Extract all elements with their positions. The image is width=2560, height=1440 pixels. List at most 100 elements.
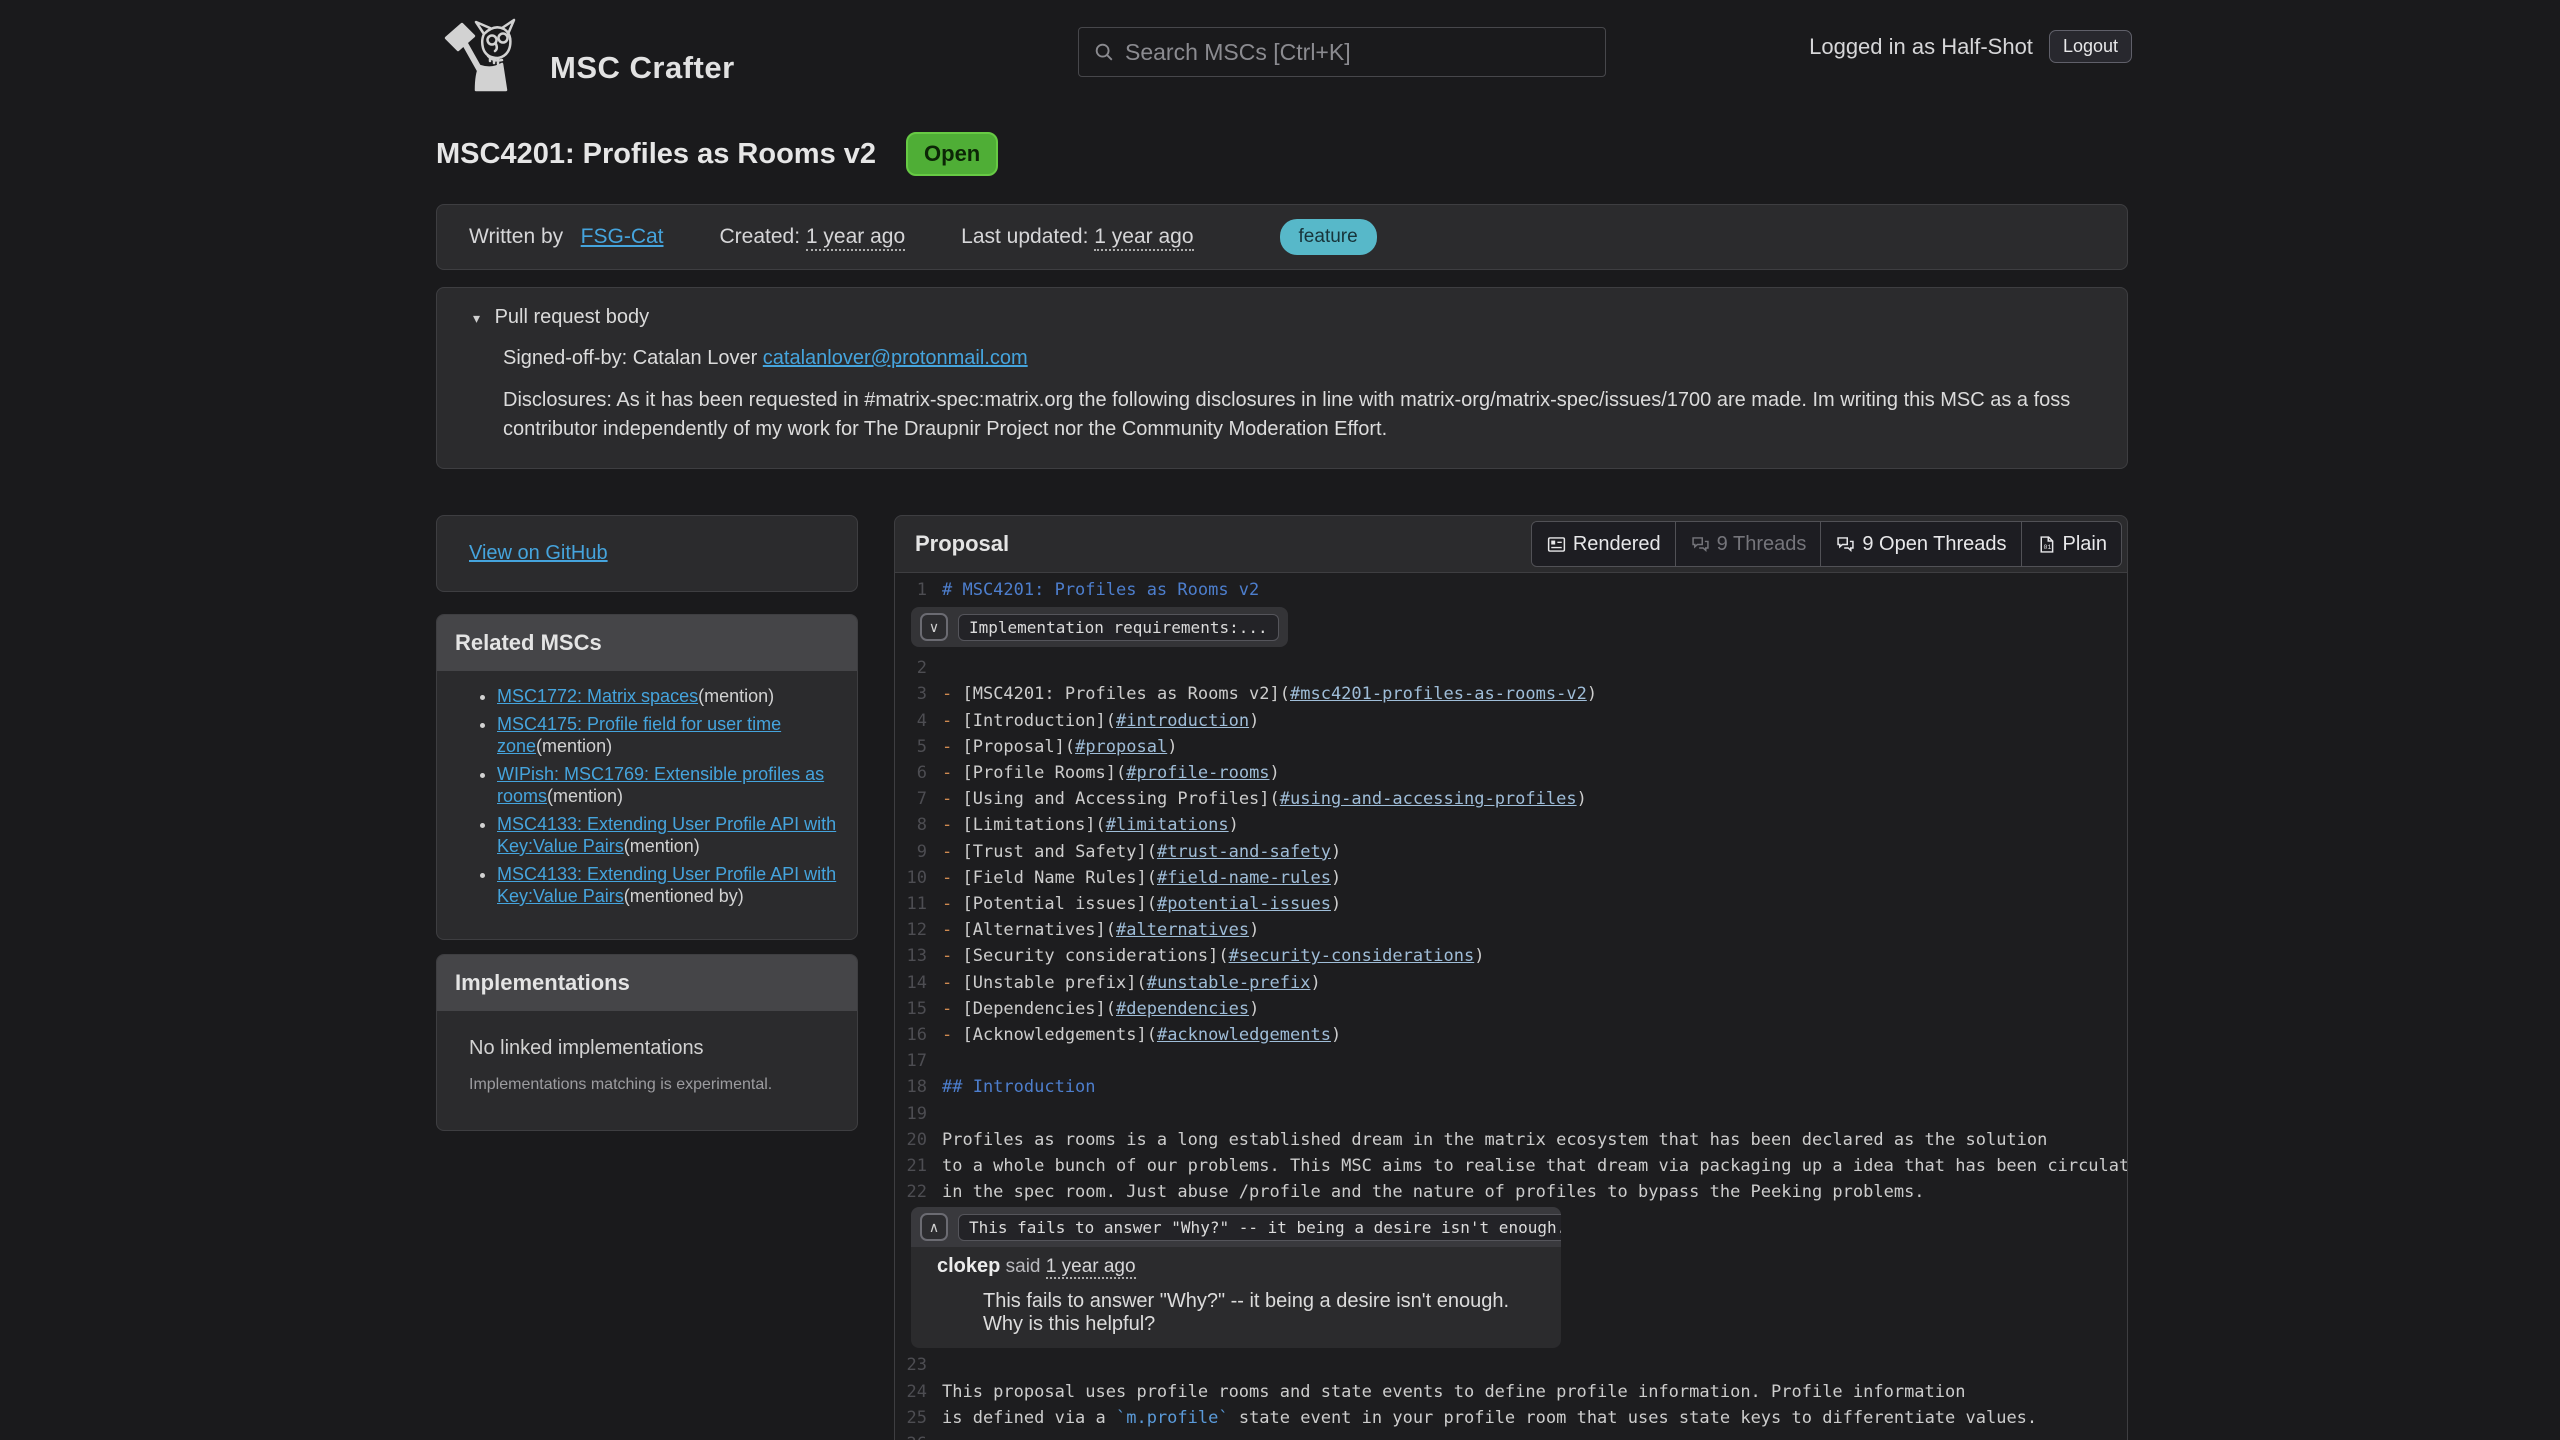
- view-open-threads-button[interactable]: 9 Open Threads: [1821, 522, 2021, 566]
- code-line: 24This proposal uses profile rooms and s…: [895, 1379, 2127, 1405]
- line-number: 10: [899, 865, 927, 891]
- line-number: 4: [899, 708, 927, 734]
- code-line-text: - [Alternatives](#alternatives): [927, 917, 1259, 943]
- open-thread-header: ∧ This fails to answer "Why?" -- it being…: [911, 1207, 1561, 1247]
- anchor-link[interactable]: #unstable-prefix: [1147, 973, 1311, 993]
- code-line-text: - [Potential issues](#potential-issues): [927, 891, 1341, 917]
- thread-preview[interactable]: Implementation requirements:...: [958, 614, 1279, 641]
- anchor-link[interactable]: #trust-and-safety: [1157, 842, 1331, 862]
- code-line: 2: [895, 655, 2127, 681]
- code-line: 25is defined via a `m.profile` state eve…: [895, 1405, 2127, 1431]
- code-line: 17: [895, 1048, 2127, 1074]
- view-plain-button[interactable]: 01Plain: [2022, 522, 2121, 566]
- github-card: View on GitHub: [436, 515, 858, 592]
- anchor-link[interactable]: #field-name-rules: [1157, 868, 1331, 888]
- anchor-link[interactable]: #profile-rooms: [1126, 763, 1269, 783]
- view-button-label: 9 Open Threads: [1862, 533, 2006, 556]
- signed-off-line: Signed-off-by: Catalan Lover catalanlove…: [503, 347, 2091, 370]
- anchor-link[interactable]: #potential-issues: [1157, 894, 1331, 914]
- code-line-text: [927, 1048, 942, 1074]
- code-line: 20Profiles as rooms is a long establishe…: [895, 1127, 2127, 1153]
- related-msc-item: MSC4175: Profile field for user time zon…: [497, 713, 839, 758]
- line-number: 14: [899, 970, 927, 996]
- list-dash: -: [942, 999, 962, 1019]
- anchor-link[interactable]: #alternatives: [1116, 920, 1249, 940]
- view-on-github-link[interactable]: View on GitHub: [469, 542, 608, 564]
- thread-preview[interactable]: This fails to answer "Why?" -- it being …: [958, 1214, 1561, 1241]
- anchor-link[interactable]: #limitations: [1106, 815, 1229, 835]
- implementations-card: Implementations No linked implementation…: [436, 954, 858, 1131]
- code-line: 22in the spec room. Just abuse /profile …: [895, 1179, 2127, 1205]
- author-link[interactable]: FSG-Cat: [581, 225, 664, 248]
- line-number: 22: [899, 1179, 927, 1205]
- pr-body-toggle[interactable]: ▾ Pull request body: [473, 306, 2091, 329]
- code-line: 26: [895, 1431, 2127, 1440]
- code-line-text: - [Proposal](#proposal): [927, 734, 1177, 760]
- list-dash: -: [942, 1025, 962, 1045]
- view-rendered-button[interactable]: Rendered: [1532, 522, 1676, 566]
- related-msc-item: MSC1772: Matrix spaces(mention): [497, 685, 839, 708]
- related-msc-relation: (mention): [536, 736, 612, 756]
- code-line: 1# MSC4201: Profiles as Rooms v2: [895, 577, 2127, 603]
- anchor-link[interactable]: #dependencies: [1116, 999, 1249, 1019]
- code-line: 5- [Proposal](#proposal): [895, 734, 2127, 760]
- code-line-text: [927, 1101, 942, 1127]
- top-bar: MSC Crafter Logged in as Half-Shot Logou…: [436, 0, 2128, 132]
- list-dash: -: [942, 815, 962, 835]
- open-thread-body: clokep said 1 year agoThis fails to answ…: [911, 1247, 1561, 1348]
- collapse-thread-button[interactable]: ∧: [920, 1213, 948, 1241]
- proposal-panel: Proposal Rendered9 Threads9 Open Threads…: [894, 515, 2128, 1440]
- line-number: 15: [899, 996, 927, 1022]
- logout-button[interactable]: Logout: [2049, 30, 2132, 63]
- code-line: 4- [Introduction](#introduction): [895, 708, 2127, 734]
- list-dash: -: [942, 789, 962, 809]
- line-number: 24: [899, 1379, 927, 1405]
- title-row: MSC4201: Profiles as Rooms v2 Open: [436, 132, 2128, 176]
- related-msc-item: WIPish: MSC1769: Extensible profiles as …: [497, 763, 839, 808]
- anchor-link[interactable]: #proposal: [1075, 737, 1167, 757]
- line-number: 25: [899, 1405, 927, 1431]
- line-number: 5: [899, 734, 927, 760]
- view-threads-button[interactable]: 9 Threads: [1676, 522, 1822, 566]
- view-button-label: Rendered: [1573, 533, 1661, 556]
- implementations-header: Implementations: [437, 955, 857, 1011]
- code-line-text: - [Dependencies](#dependencies): [927, 996, 1259, 1022]
- anchor-link[interactable]: #security-considerations: [1229, 946, 1475, 966]
- threads-icon: [1835, 534, 1856, 555]
- updated-at: Last updated: 1 year ago: [961, 225, 1193, 249]
- code-line-text: - [Limitations](#limitations): [927, 812, 1239, 838]
- code-line: 9- [Trust and Safety](#trust-and-safety): [895, 839, 2127, 865]
- line-number: 12: [899, 917, 927, 943]
- related-msc-link[interactable]: MSC1772: Matrix spaces: [497, 686, 698, 706]
- related-msc-item: MSC4133: Extending User Profile API with…: [497, 813, 839, 858]
- comment-time: 1 year ago: [1046, 1256, 1136, 1279]
- line-number: 17: [899, 1048, 927, 1074]
- anchor-link[interactable]: #introduction: [1116, 711, 1249, 731]
- comment-author: clokep: [937, 1255, 1000, 1277]
- disclosure-triangle-icon: ▾: [473, 310, 480, 326]
- expand-thread-button[interactable]: ∨: [920, 613, 948, 641]
- line-number: 8: [899, 812, 927, 838]
- anchor-link[interactable]: #acknowledgements: [1157, 1025, 1331, 1045]
- updated-time: 1 year ago: [1094, 225, 1193, 251]
- created-at: Created: 1 year ago: [720, 225, 906, 249]
- anchor-link[interactable]: #msc4201-profiles-as-rooms-v2: [1290, 684, 1587, 704]
- related-mscs-header: Related MSCs: [437, 615, 857, 671]
- code-line-text: Profiles as rooms is a long established …: [927, 1127, 2047, 1153]
- line-number: 2: [899, 655, 927, 681]
- anchor-link[interactable]: #using-and-accessing-profiles: [1280, 789, 1577, 809]
- list-dash: -: [942, 842, 962, 862]
- list-dash: -: [942, 737, 962, 757]
- comment-text: This fails to answer "Why?" -- it being …: [983, 1290, 1535, 1336]
- email-link[interactable]: catalanlover@protonmail.com: [763, 347, 1028, 369]
- search-box[interactable]: [1078, 27, 1606, 77]
- list-dash: -: [942, 920, 962, 940]
- search-input[interactable]: [1125, 39, 1591, 66]
- line-number: 20: [899, 1127, 927, 1153]
- line-number: 19: [899, 1101, 927, 1127]
- line-number: 18: [899, 1074, 927, 1100]
- line-number: 3: [899, 681, 927, 707]
- page: MSC Crafter Logged in as Half-Shot Logou…: [436, 0, 2128, 1440]
- code-line-text: - [Using and Accessing Profiles](#using-…: [927, 786, 1587, 812]
- code-line: 13- [Security considerations](#security-…: [895, 943, 2127, 969]
